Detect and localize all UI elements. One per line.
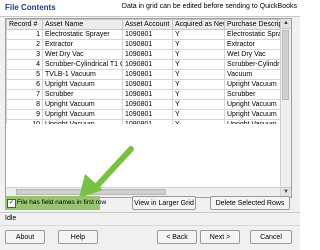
acquired-as-new-cell[interactable]: Y [172, 29, 225, 40]
cancel-button[interactable]: Cancel [250, 230, 292, 244]
about-button[interactable]: About [5, 230, 45, 244]
record-number-cell[interactable]: 8 [6, 99, 43, 110]
record-number-cell[interactable]: 3 [6, 49, 43, 60]
table-row[interactable]: 7 Scrubber 1090801 Y Scrubber [6, 89, 281, 100]
table-row[interactable]: 4 Scrubber-Cylindrical T1 Cord 1090801 Y… [6, 59, 281, 70]
header-row: Record # Asset Name Asset Account Acquir… [6, 19, 281, 30]
asset-account-cell[interactable]: 1090801 [122, 39, 173, 50]
asset-account-cell[interactable]: 1090801 [122, 89, 173, 100]
column-header-asset-account[interactable]: Asset Account [122, 19, 173, 30]
acquired-as-new-cell[interactable]: Y [172, 109, 225, 120]
asset-account-cell[interactable]: 1090801 [122, 99, 173, 110]
section-title: File Contents [5, 3, 56, 12]
record-number-cell[interactable]: 5 [6, 69, 43, 80]
file-contents-grid[interactable]: Record # Asset Name Asset Account Acquir… [5, 18, 292, 198]
acquired-as-new-cell[interactable]: Y [172, 99, 225, 110]
help-button[interactable]: Help [58, 230, 98, 244]
back-button[interactable]: < Back [157, 230, 197, 244]
purchase-description-cell[interactable]: Upright Vacuum [224, 109, 281, 120]
asset-account-cell[interactable]: 1090801 [122, 49, 173, 60]
view-larger-grid-button[interactable]: View in Larger Grid [132, 196, 196, 210]
asset-name-cell[interactable]: TVLB-1 Vacuum [42, 69, 123, 80]
purchase-description-cell[interactable]: Scrubber [224, 89, 281, 100]
purchase-description-cell[interactable]: Upright Vacuum [224, 99, 281, 110]
header: File Contents Data in grid can be edited… [0, 0, 300, 16]
vertical-scroll-thumb[interactable] [282, 30, 289, 100]
table-row[interactable]: 1 Electrostatic Sprayer 1090801 Y Electr… [6, 29, 281, 40]
asset-name-cell[interactable]: Upright Vacuum [42, 99, 123, 110]
asset-name-cell[interactable]: Extractor [42, 39, 123, 50]
field-names-option[interactable]: ✓ File has field names in first row [5, 196, 106, 210]
purchase-description-cell[interactable]: Scrubber-Cylindrica [224, 59, 281, 70]
acquired-as-new-cell[interactable]: Y [172, 39, 225, 50]
purchase-description-cell[interactable]: Upright Vacuum [224, 79, 281, 90]
next-button[interactable]: Next > [200, 230, 240, 244]
column-header-purchase-description[interactable]: Purchase Descrip [224, 19, 281, 30]
column-header-asset-name[interactable]: Asset Name [42, 19, 123, 30]
record-number-cell[interactable]: 9 [6, 109, 43, 120]
table-row[interactable]: 9 Upright Vacuum 1090801 Y Upright Vacuu… [6, 109, 281, 120]
wizard-footer: About Help < Back Next > Cancel [0, 225, 300, 250]
status-text: Idle [5, 215, 17, 222]
asset-name-cell[interactable]: Electrostatic Sprayer [42, 29, 123, 40]
column-header-acquired-as-new[interactable]: Acquired as New [172, 19, 225, 30]
asset-name-cell[interactable]: Scrubber-Cylindrical T1 Cord [42, 59, 123, 70]
record-number-cell[interactable]: 2 [6, 39, 43, 50]
table-row[interactable]: 8 Upright Vacuum 1090801 Y Upright Vacuu… [6, 99, 281, 110]
delete-selected-rows-button[interactable]: Delete Selected Rows [210, 196, 290, 210]
record-number-cell[interactable]: 1 [6, 29, 43, 40]
import-wizard-window: File Contents Data in grid can be edited… [0, 0, 300, 250]
column-header-record[interactable]: Record # [6, 19, 43, 30]
acquired-as-new-cell[interactable]: Y [172, 79, 225, 90]
asset-name-cell[interactable]: Scrubber [42, 89, 123, 100]
status-bar: Idle [0, 212, 300, 225]
asset-account-cell[interactable]: 1090801 [122, 69, 173, 80]
vertical-scrollbar[interactable]: ▲ ▼ [280, 19, 291, 197]
data-table: Record # Asset Name Asset Account Acquir… [6, 19, 281, 130]
table-row[interactable]: 5 TVLB-1 Vacuum 1090801 Y Vacuum [6, 69, 281, 80]
acquired-as-new-cell[interactable]: Y [172, 69, 225, 80]
asset-name-cell[interactable]: Upright Vacuum [42, 109, 123, 120]
acquired-as-new-cell[interactable]: Y [172, 89, 225, 100]
field-names-checkbox[interactable]: ✓ [7, 199, 16, 208]
acquired-as-new-cell[interactable]: Y [172, 59, 225, 70]
scroll-up-icon[interactable]: ▲ [281, 19, 291, 29]
record-number-cell[interactable]: 4 [6, 59, 43, 70]
purchase-description-cell[interactable]: Electrostatic Spray [224, 29, 281, 40]
acquired-as-new-cell[interactable]: Y [172, 49, 225, 60]
record-number-cell[interactable]: 7 [6, 89, 43, 100]
asset-account-cell[interactable]: 1090801 [122, 79, 173, 90]
edit-hint: Data in grid can be edited before sendin… [121, 3, 297, 10]
table-row[interactable]: 6 Upright Vacuum 1090801 Y Upright Vacuu… [6, 79, 281, 90]
field-names-label: File has field names in first row [17, 199, 107, 206]
record-number-cell[interactable]: 6 [6, 79, 43, 90]
purchase-description-cell[interactable]: Extractor [224, 39, 281, 50]
table-row[interactable]: 3 Wet Dry Vac 1090801 Y Wet Dry Vac [6, 49, 281, 60]
asset-name-cell[interactable]: Wet Dry Vac [42, 49, 123, 60]
asset-name-cell[interactable]: Upright Vacuum [42, 79, 123, 90]
purchase-description-cell[interactable]: Wet Dry Vac [224, 49, 281, 60]
header-divider [0, 16, 300, 17]
green-arrow-icon [79, 146, 134, 198]
table-row[interactable]: 2 Extractor 1090801 Y Extractor [6, 39, 281, 50]
asset-account-cell[interactable]: 1090801 [122, 29, 173, 40]
purchase-description-cell[interactable]: Vacuum [224, 69, 281, 80]
asset-account-cell[interactable]: 1090801 [122, 59, 173, 70]
asset-account-cell[interactable]: 1090801 [122, 109, 173, 120]
